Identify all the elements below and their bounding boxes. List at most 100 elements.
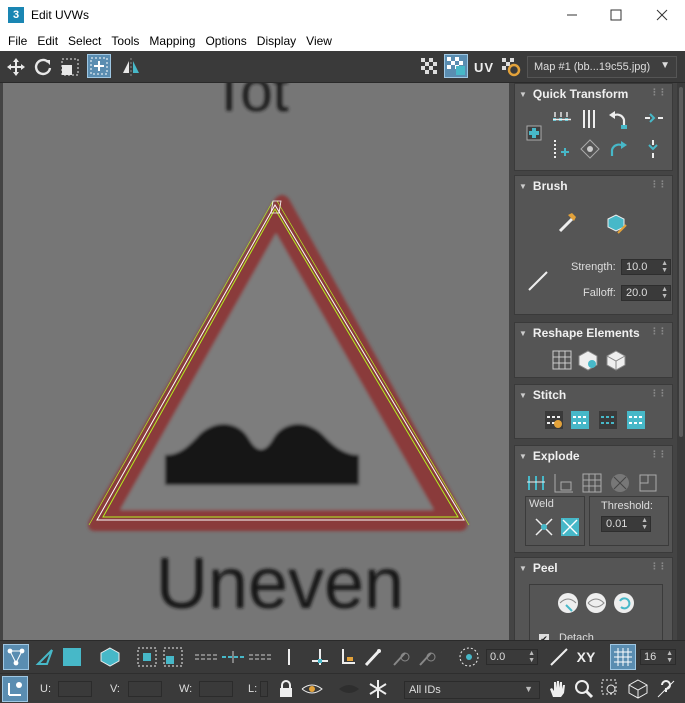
point-to-point-button[interactable] — [276, 644, 302, 670]
relax-element-button[interactable] — [575, 347, 601, 373]
paint-grow-button[interactable] — [388, 644, 414, 670]
menu-edit[interactable]: Edit — [32, 34, 63, 48]
uv-viewport[interactable]: Tot Uneven — [3, 83, 509, 640]
menu-view[interactable]: View — [301, 34, 337, 48]
grow-selection-button[interactable] — [134, 644, 160, 670]
help-button[interactable] — [653, 676, 679, 702]
rotate-cw-button[interactable] — [605, 136, 631, 162]
minimize-button[interactable] — [549, 0, 595, 30]
straighten-button[interactable] — [577, 136, 603, 162]
spinner-arrows-icon[interactable]: ▲ ▼ — [528, 650, 535, 664]
stitch-average-button[interactable] — [595, 407, 621, 433]
xy-coord-button[interactable]: XY — [572, 644, 600, 670]
select-by-element-button[interactable] — [307, 644, 333, 670]
grid-snap-button[interactable] — [610, 644, 636, 670]
menu-display[interactable]: Display — [252, 34, 301, 48]
freeform-tool-button[interactable] — [87, 54, 111, 78]
weld-all-button[interactable] — [557, 514, 583, 540]
scrollbar-thumb[interactable] — [679, 87, 683, 437]
explode-polygons-button[interactable] — [579, 470, 605, 496]
element-mode-button[interactable] — [97, 644, 123, 670]
flatten-element-button[interactable] — [603, 347, 629, 373]
checker-pattern-button[interactable] — [418, 55, 442, 79]
menu-select[interactable]: Select — [63, 34, 106, 48]
brush-header[interactable]: ▼ Brush ⋮⋮ — [515, 176, 672, 196]
show-map-button[interactable] — [444, 54, 468, 78]
u-field[interactable] — [58, 681, 92, 697]
grid-size-field[interactable]: 16 ▲ ▼ — [640, 649, 676, 665]
zoom-button[interactable] — [571, 676, 597, 702]
align-to-edge-button[interactable] — [549, 136, 575, 162]
space-horizontal-button[interactable] — [641, 106, 667, 132]
spinner-arrows-icon[interactable]: ▲ ▼ — [666, 650, 673, 664]
falloff-spinner[interactable]: 20.0 ▲ ▼ — [621, 285, 671, 301]
unhide-button[interactable] — [336, 676, 362, 702]
maximize-button[interactable] — [593, 0, 639, 30]
peel-header[interactable]: ▼ Peel ⋮⋮ — [515, 558, 672, 578]
paint-select-button[interactable] — [360, 644, 386, 670]
menu-mapping[interactable]: Mapping — [144, 34, 200, 48]
menu-file[interactable]: File — [3, 34, 32, 48]
map-settings-button[interactable] — [499, 55, 523, 79]
weld-selected-button[interactable] — [531, 514, 557, 540]
detach-edge-button[interactable] — [551, 470, 577, 496]
quick-peel-button[interactable] — [555, 590, 581, 616]
spinner-arrows-icon[interactable]: ▲ ▼ — [661, 260, 668, 274]
spinner-arrows-icon[interactable]: ▲ ▼ — [661, 286, 668, 300]
quick-transform-header[interactable]: ▼ Quick Transform ⋮⋮ — [515, 84, 672, 104]
scale-tool-button[interactable] — [58, 55, 82, 79]
edge-distance-button[interactable] — [546, 644, 572, 670]
explode-header[interactable]: ▼ Explode ⋮⋮ — [515, 446, 672, 466]
zoom-extents-button[interactable] — [625, 676, 651, 702]
loop-select-button[interactable] — [220, 644, 246, 670]
move-tool-button[interactable] — [4, 55, 28, 79]
edge-mode-button[interactable] — [32, 644, 58, 670]
vertex-mode-button[interactable] — [3, 644, 29, 670]
pan-button[interactable] — [544, 676, 570, 702]
map-dropdown[interactable]: Map #1 (bb...19c55.jpg) ▼ — [527, 56, 677, 78]
texture-canvas[interactable]: Tot Uneven — [3, 83, 509, 640]
explode-materials-button[interactable] — [635, 470, 661, 496]
grid-straighten-button[interactable] — [549, 347, 575, 373]
relax-brush-button[interactable] — [603, 210, 629, 236]
set-pivot-button[interactable] — [521, 120, 547, 146]
v-field[interactable] — [128, 681, 162, 697]
stitch-custom-button[interactable] — [541, 407, 567, 433]
zoom-region-button[interactable] — [598, 676, 624, 702]
rotate-tool-button[interactable] — [31, 55, 55, 79]
stitch-header[interactable]: ▼ Stitch ⋮⋮ — [515, 385, 672, 405]
absolute-offset-button[interactable] — [2, 676, 28, 702]
falloff-type-button[interactable] — [525, 268, 551, 294]
lock-selection-button[interactable] — [273, 676, 299, 702]
uv-mode-button[interactable]: UV — [472, 55, 496, 79]
close-button[interactable] — [639, 0, 685, 30]
stitch-to-source-button[interactable] — [623, 407, 649, 433]
shrink-selection-button[interactable] — [160, 644, 186, 670]
l-field[interactable] — [260, 681, 268, 697]
align-horizontal-button[interactable] — [549, 106, 575, 132]
paint-move-button[interactable] — [555, 210, 581, 236]
material-id-dropdown[interactable]: All IDs ▼ — [404, 681, 540, 699]
menu-options[interactable]: Options — [200, 34, 251, 48]
align-vertical-button[interactable] — [577, 106, 603, 132]
freeze-button[interactable] — [365, 676, 391, 702]
paint-shrink-button[interactable] — [414, 644, 440, 670]
w-field[interactable] — [199, 681, 233, 697]
reset-peel-button[interactable] — [611, 590, 637, 616]
right-panel-scrollbar[interactable] — [677, 83, 685, 640]
rotate-value-field[interactable]: 0.0 ▲ ▼ — [486, 649, 538, 665]
mirror-tool-button[interactable] — [119, 55, 143, 79]
edge-loop-button[interactable] — [247, 644, 273, 670]
hide-selected-button[interactable] — [299, 676, 325, 702]
strength-spinner[interactable]: 10.0 ▲ ▼ — [621, 259, 671, 275]
threshold-spinner[interactable]: 0.01 ▲ ▼ — [601, 516, 651, 532]
break-button[interactable] — [523, 470, 549, 496]
select-open-edges-button[interactable] — [334, 644, 360, 670]
rotate-ccw-button[interactable] — [605, 106, 631, 132]
space-vertical-button[interactable] — [641, 136, 667, 162]
peel-mode-button[interactable] — [583, 590, 609, 616]
ring-select-button[interactable] — [193, 644, 219, 670]
explode-smoothing-button[interactable] — [607, 470, 633, 496]
polygon-mode-button[interactable] — [59, 644, 85, 670]
menu-tools[interactable]: Tools — [106, 34, 144, 48]
